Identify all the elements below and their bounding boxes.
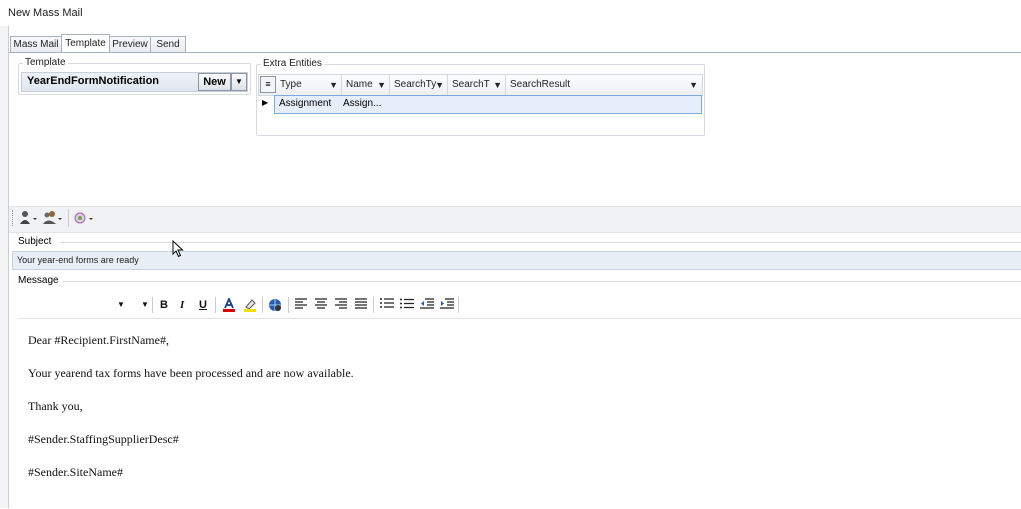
filter-icon[interactable]: ▼: [493, 75, 502, 95]
template-legend: Template: [23, 57, 68, 68]
numbered-list-icon[interactable]: [380, 298, 394, 312]
template-dropdown-button[interactable]: ▼: [231, 73, 247, 91]
window-title-bar: New Mass Mail: [0, 0, 1021, 27]
extra-entities-legend: Extra Entities: [261, 58, 324, 69]
cell-name: Assign...: [343, 98, 382, 109]
subject-label: Subject: [18, 236, 52, 247]
column-header-type[interactable]: Type ▼: [276, 75, 342, 95]
tab-divider: [9, 52, 1021, 53]
toolbar-separator: [215, 297, 216, 313]
message-line-greeting: Dear #Recipient.FirstName#,: [28, 333, 169, 347]
column-header-searchterm[interactable]: SearchT ▼: [448, 75, 506, 95]
underline-button[interactable]: U: [199, 298, 207, 312]
message-line-closing: Thank you,: [28, 399, 83, 413]
align-justify-icon[interactable]: [355, 298, 367, 312]
filter-icon[interactable]: ▼: [689, 75, 698, 95]
mouse-cursor-icon: [172, 239, 184, 261]
align-left-icon[interactable]: [295, 298, 307, 312]
tab-mass-mail[interactable]: Mass Mail: [10, 36, 62, 52]
column-chooser-icon[interactable]: ≡: [260, 76, 276, 93]
toolbar-separator: [262, 297, 263, 313]
filter-icon[interactable]: ▼: [329, 75, 338, 95]
message-line-site-name: #Sender.SiteName#: [28, 465, 123, 479]
toolbar-grip[interactable]: [12, 210, 15, 226]
template-selected-value: YearEndFormNotification: [27, 75, 160, 87]
tab-send[interactable]: Send: [150, 36, 186, 52]
increase-indent-icon[interactable]: [440, 298, 454, 312]
italic-button[interactable]: I: [180, 298, 184, 312]
align-center-icon[interactable]: [315, 298, 327, 312]
group-dropdown-icon[interactable]: [42, 210, 64, 226]
tab-preview[interactable]: Preview: [109, 36, 151, 52]
triangle-down-icon: ▼: [235, 77, 243, 86]
message-divider: [63, 281, 1021, 282]
window-title: New Mass Mail: [8, 7, 83, 19]
cell-type: Assignment: [279, 98, 332, 109]
filter-icon[interactable]: ▼: [435, 75, 444, 95]
hyperlink-icon[interactable]: [268, 298, 282, 312]
font-family-dropdown[interactable]: ▼: [117, 298, 125, 312]
left-panel-edge: [0, 26, 9, 508]
toolbar-separator: [152, 297, 153, 313]
toolbar-separator: [68, 209, 69, 227]
font-size-dropdown[interactable]: ▼: [141, 298, 149, 312]
merge-toolbar: [9, 206, 1021, 233]
font-color-icon[interactable]: [221, 296, 237, 312]
merge-field-dropdown-icon[interactable]: [74, 210, 96, 226]
toolbar-separator: [458, 297, 459, 313]
message-line-sender-desc: #Sender.StaffingSupplierDesc#: [28, 432, 179, 446]
column-header-name[interactable]: Name ▼: [342, 75, 390, 95]
toolbar-separator: [288, 297, 289, 313]
decrease-indent-icon[interactable]: [420, 298, 434, 312]
bold-button[interactable]: B: [160, 298, 168, 312]
subject-input[interactable]: Your year-end forms are ready: [12, 251, 1021, 270]
subject-divider: [60, 242, 1021, 243]
editor-toolbar: [18, 294, 1021, 316]
column-header-searchtype[interactable]: SearchTy ▼: [390, 75, 448, 95]
column-header-searchresult[interactable]: SearchResult ▼: [506, 75, 701, 95]
toolbar-separator: [373, 297, 374, 313]
filter-icon[interactable]: ▼: [377, 75, 386, 95]
message-editor[interactable]: Dear #Recipient.FirstName#, Your yearend…: [18, 318, 1021, 509]
message-line-body: Your yearend tax forms have been process…: [28, 366, 354, 380]
new-template-button[interactable]: New: [198, 73, 231, 91]
table-row[interactable]: Assignment Assign...: [274, 95, 702, 114]
highlight-icon[interactable]: [242, 298, 258, 312]
bullet-list-icon[interactable]: [400, 298, 414, 312]
extra-entities-grid-header: Type ▼ Name ▼ SearchTy ▼ SearchT ▼ Searc…: [258, 74, 703, 96]
tab-template[interactable]: Template: [61, 34, 110, 52]
message-label: Message: [18, 275, 59, 286]
align-right-icon[interactable]: [335, 298, 347, 312]
row-indicator-icon: ▶: [262, 98, 269, 107]
person-dropdown-icon[interactable]: [19, 210, 39, 226]
